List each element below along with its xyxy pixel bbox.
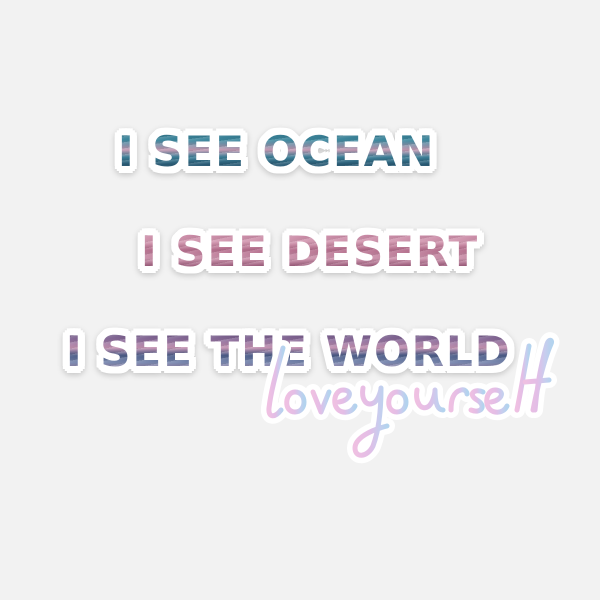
sticker-line-ocean: I SEE OCEAN xyxy=(118,127,436,176)
loveyourself-signature xyxy=(255,330,560,475)
ocean-text: I SEE OCEAN xyxy=(118,127,436,176)
desert-text: I SEE DESERT xyxy=(141,227,480,276)
sticker-canvas: I SEE OCEAN I SEE DESERT I SEE THE WORLD xyxy=(0,0,600,600)
signature-drawing xyxy=(260,332,560,464)
sticker-line-desert: I SEE DESERT xyxy=(141,227,480,276)
